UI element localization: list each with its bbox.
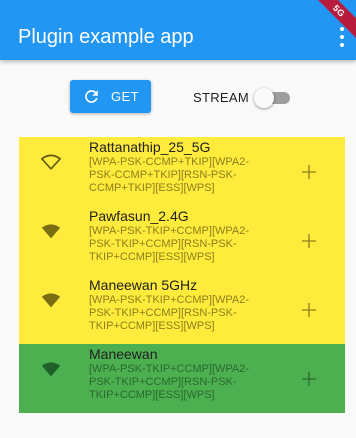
wifi-filled-icon	[41, 362, 61, 377]
wifi-filled-icon	[41, 224, 61, 239]
wifi-outline-icon	[41, 154, 61, 170]
controls-row: GET STREAM	[0, 80, 356, 114]
add-icon[interactable]	[302, 372, 316, 386]
more-vert-icon[interactable]	[336, 26, 348, 48]
wifi-list-item[interactable]: Pawfasun_2.4G [WPA-PSK-TKIP+CCMP][WPA2- …	[19, 206, 345, 275]
stream-toggle-thumb	[254, 88, 274, 108]
wifi-capabilities: [WPA-PSK-TKIP+CCMP][WPA2- PSK-TKIP+CCMP]…	[89, 363, 250, 401]
app-bar: Plugin example app 5G	[0, 0, 356, 60]
get-button[interactable]: GET	[70, 80, 151, 113]
get-button-label: GET	[111, 89, 139, 104]
app-screen: Plugin example app 5G GET STREAM Rattana…	[0, 0, 356, 438]
refresh-icon	[85, 90, 98, 103]
wifi-ssid: Maneewan 5GHz	[89, 277, 198, 293]
wifi-ssid: Maneewan	[89, 346, 158, 362]
wifi-capabilities: [WPA-PSK-TKIP+CCMP][WPA2- PSK-TKIP+CCMP]…	[89, 294, 250, 332]
wifi-list: Rattanathip_25_5G [WPA-PSK-CCMP+TKIP][WP…	[19, 137, 345, 413]
debug-banner: 5G	[303, 0, 356, 47]
wifi-ssid: Pawfasun_2.4G	[89, 208, 189, 224]
wifi-capabilities: [WPA-PSK-TKIP+CCMP][WPA2- PSK-TKIP+CCMP]…	[89, 225, 250, 263]
wifi-list-item[interactable]: Maneewan [WPA-PSK-TKIP+CCMP][WPA2- PSK-T…	[19, 344, 345, 413]
add-icon[interactable]	[302, 303, 316, 317]
add-icon[interactable]	[302, 165, 316, 179]
wifi-filled-icon	[41, 293, 61, 308]
stream-toggle[interactable]	[254, 88, 292, 108]
add-icon[interactable]	[302, 234, 316, 248]
wifi-list-item[interactable]: Maneewan 5GHz [WPA-PSK-TKIP+CCMP][WPA2- …	[19, 275, 345, 344]
app-title: Plugin example app	[18, 26, 194, 48]
wifi-list-item[interactable]: Rattanathip_25_5G [WPA-PSK-CCMP+TKIP][WP…	[19, 137, 345, 206]
stream-label: STREAM	[193, 90, 249, 105]
wifi-ssid: Rattanathip_25_5G	[89, 139, 211, 155]
wifi-capabilities: [WPA-PSK-CCMP+TKIP][WPA2- PSK-CCMP+TKIP]…	[89, 156, 250, 194]
